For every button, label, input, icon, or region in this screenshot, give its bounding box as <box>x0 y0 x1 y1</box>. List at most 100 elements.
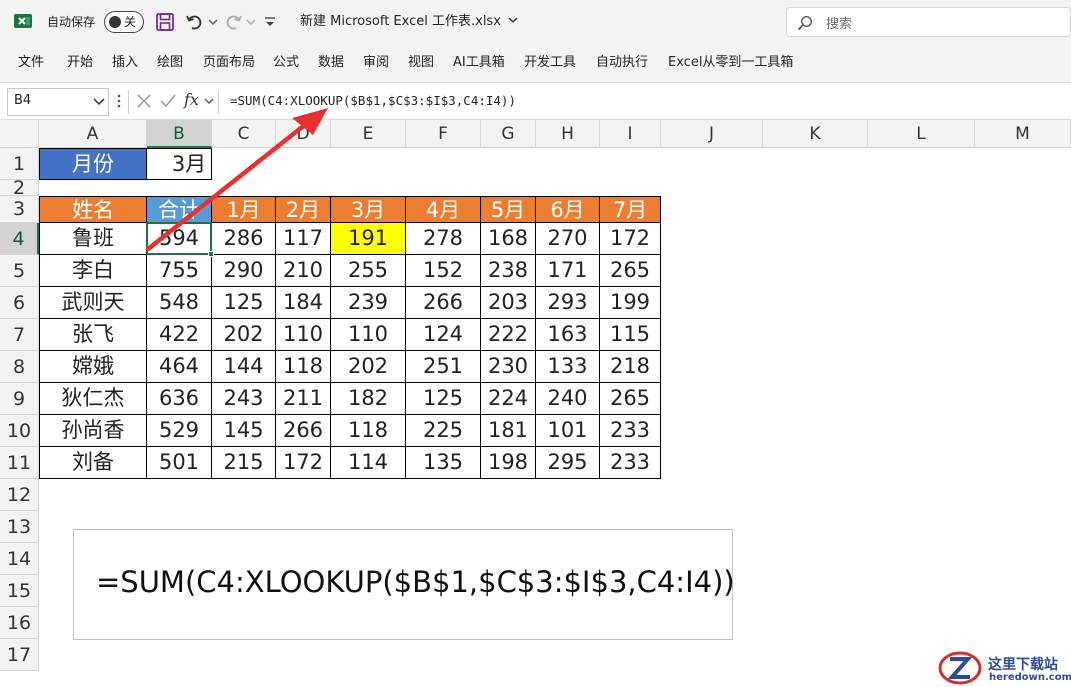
table-header-cell[interactable]: 4月 <box>406 196 481 223</box>
value-cell[interactable]: 266 <box>406 287 481 319</box>
value-cell[interactable]: 224 <box>481 383 536 415</box>
value-cell[interactable]: 255 <box>331 255 406 287</box>
value-cell[interactable]: 114 <box>331 447 406 479</box>
name-cell[interactable]: 李白 <box>39 255 147 287</box>
table-header-cell[interactable]: 3月 <box>331 196 406 223</box>
month-value-cell[interactable]: 3月 <box>147 148 212 180</box>
ribbon-tab[interactable]: 公式 <box>273 54 299 72</box>
name-cell[interactable]: 张飞 <box>39 319 147 351</box>
value-cell[interactable]: 295 <box>536 447 600 479</box>
table-header-cell[interactable]: 2月 <box>276 196 331 223</box>
ribbon-tab[interactable]: 页面布局 <box>203 54 255 72</box>
ribbon-tab[interactable]: 自动执行 <box>596 54 648 72</box>
undo-icon[interactable] <box>184 11 206 33</box>
value-cell[interactable]: 233 <box>600 415 661 447</box>
column-header-m[interactable]: M <box>975 120 1071 148</box>
value-cell[interactable]: 125 <box>212 287 276 319</box>
row-header-5[interactable]: 5 <box>0 255 39 287</box>
value-cell[interactable]: 594 <box>147 223 212 255</box>
value-cell[interactable]: 293 <box>536 287 600 319</box>
ribbon-tab[interactable]: AI工具箱 <box>453 54 505 72</box>
value-cell[interactable]: 222 <box>481 319 536 351</box>
value-cell[interactable]: 163 <box>536 319 600 351</box>
row-header-8[interactable]: 8 <box>0 351 39 383</box>
worksheet-grid[interactable]: ABCDEFGHIJKLM 1 2 3 4 5 6 7 8 9 10 11 12 13 14 15 16 17 … <box>0 120 1071 687</box>
row-header-12[interactable]: 12 <box>0 479 39 511</box>
value-cell[interactable]: 290 <box>212 255 276 287</box>
row-header-6[interactable]: 6 <box>0 287 39 319</box>
column-header-f[interactable]: F <box>406 120 481 148</box>
ribbon-tab[interactable]: Excel从零到一工具箱 <box>668 54 793 72</box>
value-cell[interactable]: 239 <box>331 287 406 319</box>
value-cell[interactable]: 755 <box>147 255 212 287</box>
column-header-b[interactable]: B <box>147 120 212 148</box>
table-header-cell[interactable]: 5月 <box>481 196 536 223</box>
value-cell[interactable]: 117 <box>276 223 331 255</box>
value-cell[interactable]: 270 <box>536 223 600 255</box>
row-header-11[interactable]: 11 <box>0 447 39 479</box>
ribbon-tab[interactable]: 开发工具 <box>524 54 576 72</box>
value-cell[interactable]: 203 <box>481 287 536 319</box>
value-cell[interactable]: 218 <box>600 351 661 383</box>
column-header-k[interactable]: K <box>763 120 868 148</box>
value-cell[interactable]: 240 <box>536 383 600 415</box>
row-header-13[interactable]: 13 <box>0 511 39 543</box>
row-header-16[interactable]: 16 <box>0 607 39 639</box>
name-cell[interactable]: 武则天 <box>39 287 147 319</box>
autosave-toggle[interactable]: 关 <box>104 11 144 33</box>
row-header-10[interactable]: 10 <box>0 415 39 447</box>
value-cell[interactable]: 172 <box>276 447 331 479</box>
chevron-down-icon[interactable] <box>92 94 106 108</box>
value-cell[interactable]: 191 <box>331 223 406 255</box>
value-cell[interactable]: 422 <box>147 319 212 351</box>
ribbon-tab[interactable]: 视图 <box>408 54 434 72</box>
name-cell[interactable]: 狄仁杰 <box>39 383 147 415</box>
value-cell[interactable]: 152 <box>406 255 481 287</box>
value-cell[interactable]: 202 <box>212 319 276 351</box>
value-cell[interactable]: 184 <box>276 287 331 319</box>
value-cell[interactable]: 110 <box>331 319 406 351</box>
name-cell[interactable]: 孙尚香 <box>39 415 147 447</box>
value-cell[interactable]: 251 <box>406 351 481 383</box>
table-header-cell[interactable]: 1月 <box>212 196 276 223</box>
value-cell[interactable]: 265 <box>600 383 661 415</box>
value-cell[interactable]: 199 <box>600 287 661 319</box>
column-header-e[interactable]: E <box>331 120 406 148</box>
value-cell[interactable]: 501 <box>147 447 212 479</box>
column-header-h[interactable]: H <box>536 120 600 148</box>
value-cell[interactable]: 230 <box>481 351 536 383</box>
value-cell[interactable]: 115 <box>600 319 661 351</box>
value-cell[interactable]: 101 <box>536 415 600 447</box>
column-header-j[interactable]: J <box>661 120 763 148</box>
cancel-icon[interactable] <box>136 92 152 110</box>
value-cell[interactable]: 135 <box>406 447 481 479</box>
value-cell[interactable]: 233 <box>600 447 661 479</box>
column-header-d[interactable]: D <box>276 120 331 148</box>
row-header-17[interactable]: 17 <box>0 639 39 671</box>
value-cell[interactable]: 278 <box>406 223 481 255</box>
search-box[interactable]: 搜索 <box>786 7 1071 37</box>
value-cell[interactable]: 118 <box>331 415 406 447</box>
row-header-7[interactable]: 7 <box>0 319 39 351</box>
value-cell[interactable]: 110 <box>276 319 331 351</box>
value-cell[interactable]: 243 <box>212 383 276 415</box>
fill-handle[interactable] <box>208 251 214 257</box>
table-header-cell[interactable]: 合计 <box>147 196 212 223</box>
ribbon-tab[interactable]: 文件 <box>18 54 44 72</box>
column-header-i[interactable]: I <box>600 120 661 148</box>
ribbon-tab[interactable]: 绘图 <box>157 54 183 72</box>
column-header-a[interactable]: A <box>39 120 147 148</box>
row-header-1[interactable]: 1 <box>0 148 39 180</box>
value-cell[interactable]: 225 <box>406 415 481 447</box>
formula-input[interactable]: =SUM(C4:XLOOKUP($B$1,$C$3:$I$3,C4:I4)) <box>223 88 1071 116</box>
table-header-cell[interactable]: 7月 <box>600 196 661 223</box>
value-cell[interactable]: 144 <box>212 351 276 383</box>
value-cell[interactable]: 198 <box>481 447 536 479</box>
file-title[interactable]: 新建 Microsoft Excel 工作表.xlsx <box>300 12 518 32</box>
value-cell[interactable]: 211 <box>276 383 331 415</box>
row-header-4[interactable]: 4 <box>0 223 39 255</box>
value-cell[interactable]: 133 <box>536 351 600 383</box>
value-cell[interactable]: 548 <box>147 287 212 319</box>
ribbon-tab[interactable]: 审阅 <box>363 54 389 72</box>
row-header-15[interactable]: 15 <box>0 575 39 607</box>
